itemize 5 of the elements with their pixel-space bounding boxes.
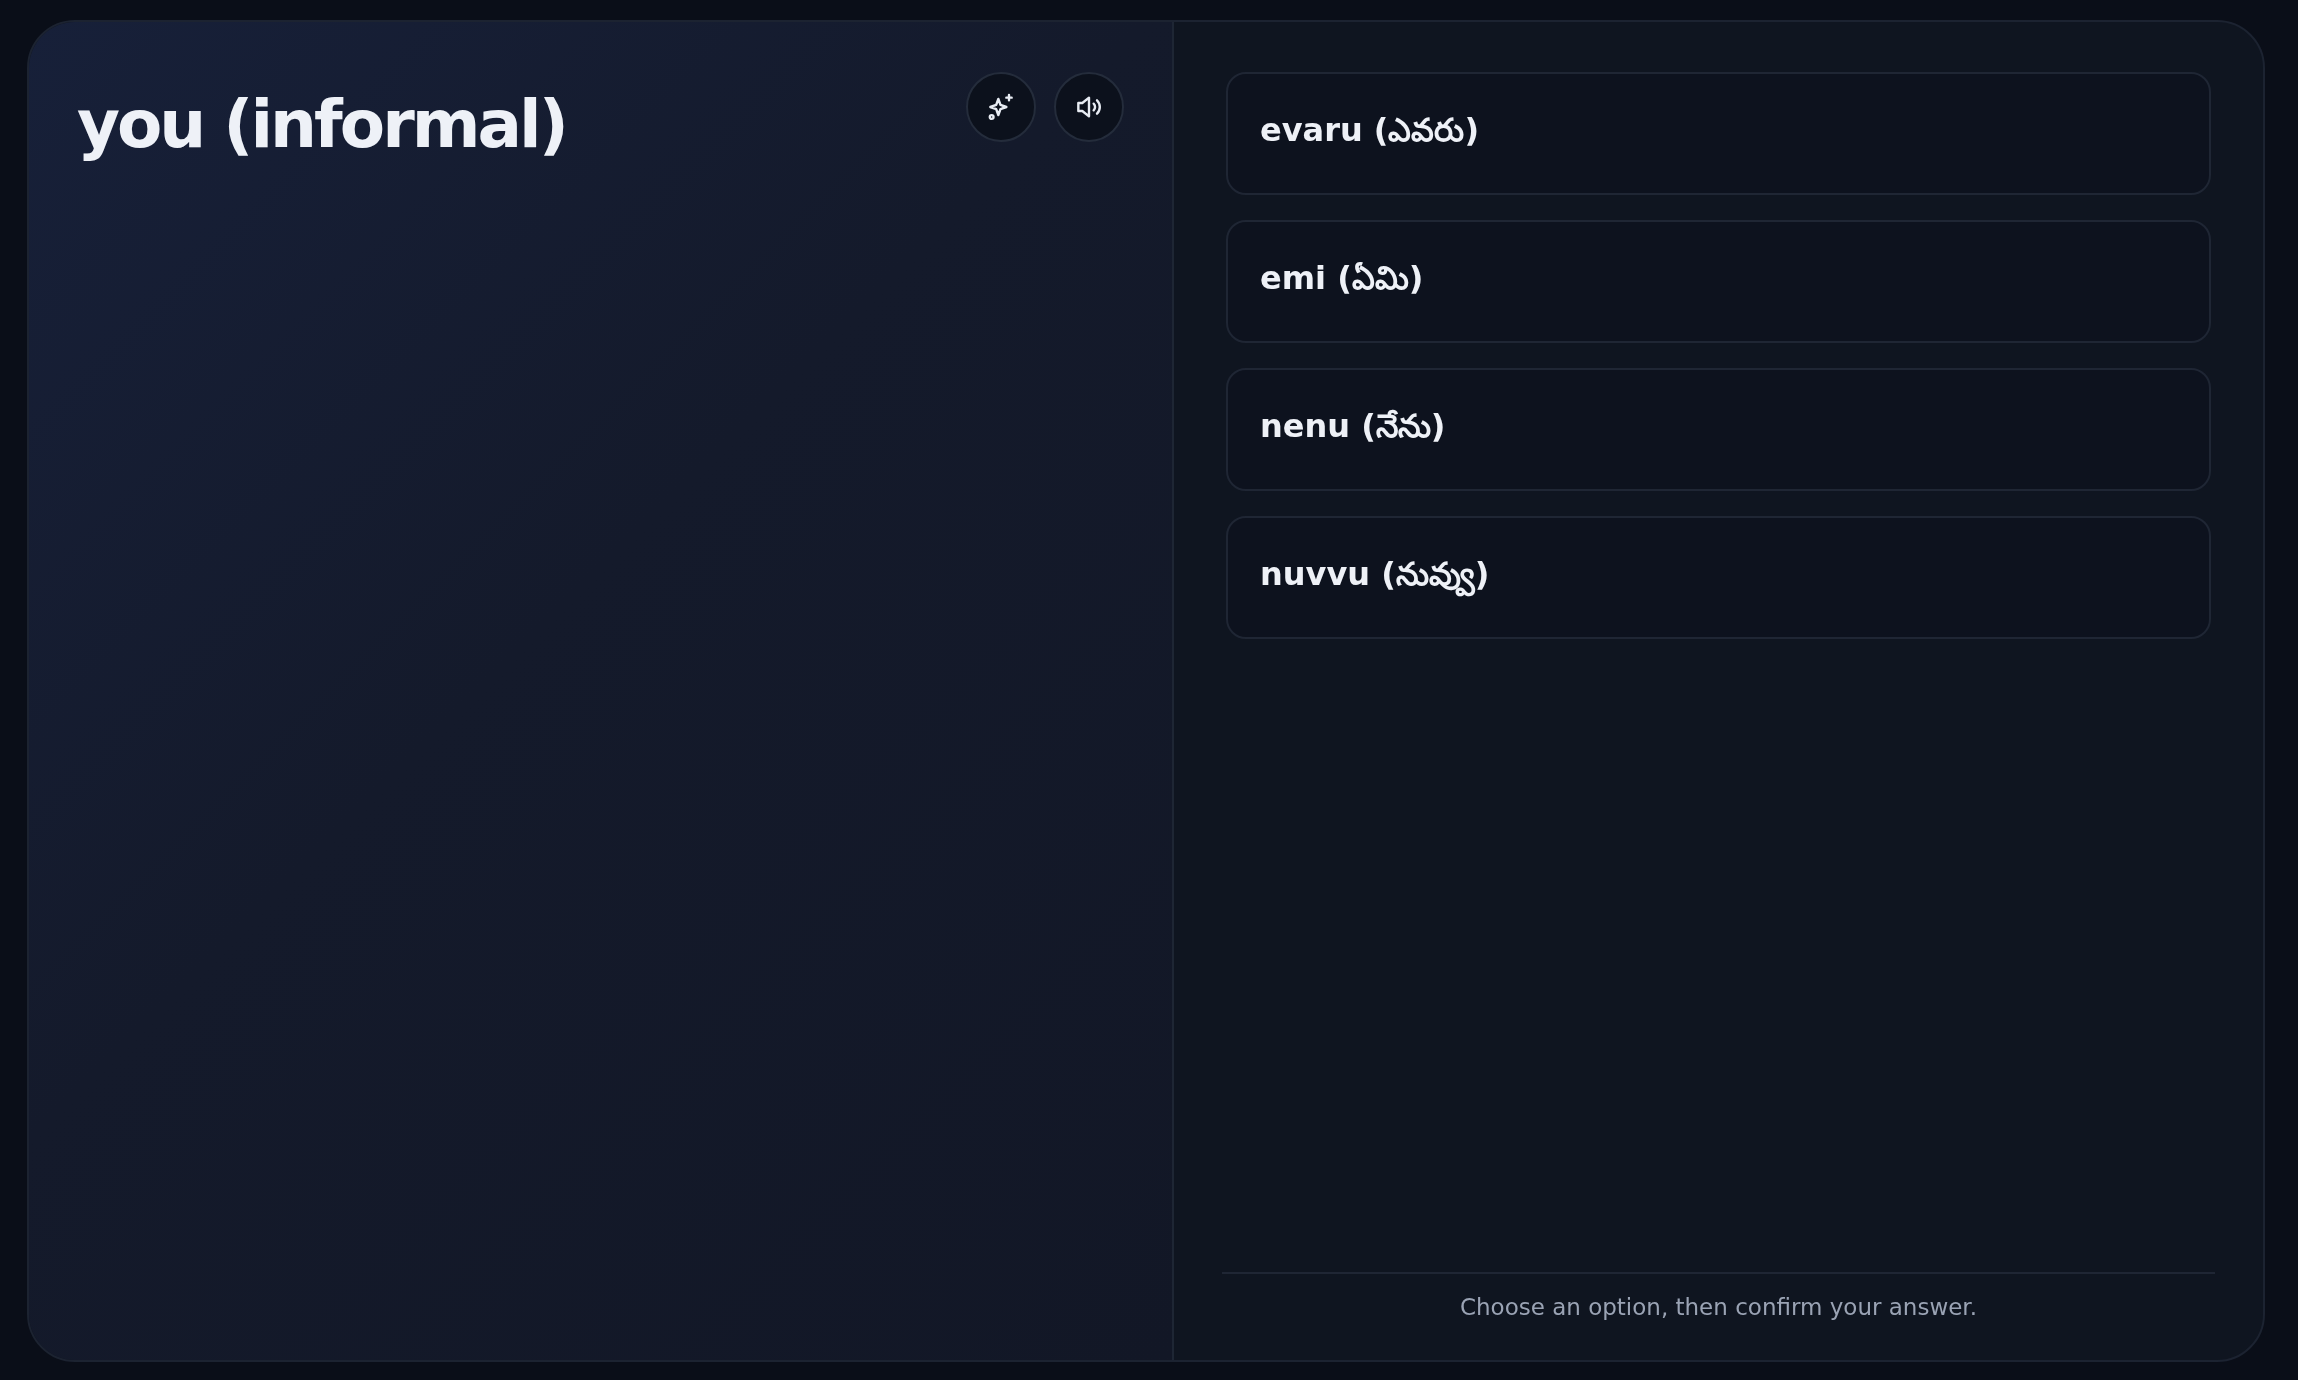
answer-option[interactable]: evaru (ఎవరు)	[1226, 72, 2211, 195]
answer-option[interactable]: nenu (నేను)	[1226, 368, 2211, 491]
answer-option[interactable]: emi (ఏమి)	[1226, 220, 2211, 343]
hint-text: Choose an option, then confirm your answer.	[1459, 1294, 1977, 1320]
answer-option[interactable]: nuvvu (నువ్వు)	[1226, 516, 2211, 639]
